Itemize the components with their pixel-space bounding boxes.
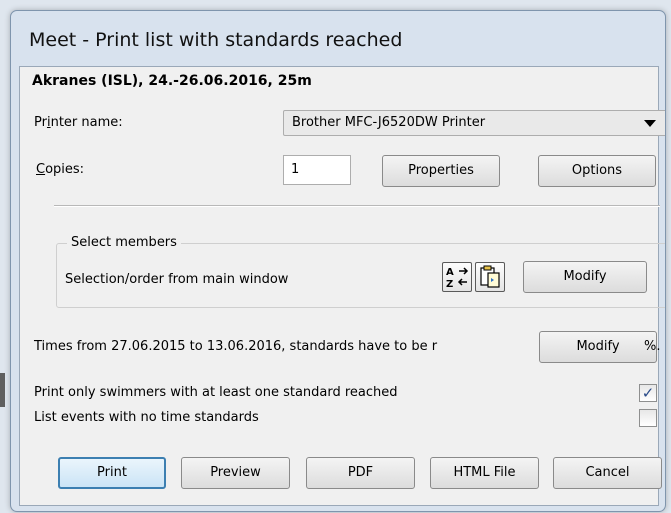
dialog-client-area: Akranes (ISL), 24.-26.06.2016, 25m Print… xyxy=(19,66,665,506)
checkmark-icon: ✓ xyxy=(641,384,655,402)
times-text-trailing: %. xyxy=(644,339,661,354)
printer-select[interactable]: Brother MFC-J6520DW Printer xyxy=(283,110,665,136)
print-dialog: Meet - Print list with standards reached… xyxy=(10,10,666,512)
chevron-down-icon xyxy=(644,120,656,127)
printer-select-value: Brother MFC-J6520DW Printer xyxy=(292,115,486,130)
modify-times-button[interactable]: Modify xyxy=(539,331,657,363)
dialog-title: Meet - Print list with standards reached xyxy=(29,29,403,51)
sort-az-icon: A Z xyxy=(446,267,469,290)
html-file-button[interactable]: HTML File xyxy=(430,457,539,489)
print-button[interactable]: Print xyxy=(58,457,166,489)
properties-button[interactable]: Properties xyxy=(382,155,500,187)
no-standards-checkbox[interactable] xyxy=(639,409,657,427)
select-members-group: Select members Selection/order from main… xyxy=(56,235,665,308)
cancel-button[interactable]: Cancel xyxy=(553,457,662,489)
options-button[interactable]: Options xyxy=(538,155,656,187)
svg-text:A: A xyxy=(446,267,454,278)
clipboard-button[interactable] xyxy=(475,262,505,292)
copies-input[interactable]: 1 xyxy=(283,155,351,185)
sort-button[interactable]: A Z xyxy=(442,262,472,292)
background-window-edge xyxy=(0,373,5,407)
preview-button[interactable]: Preview xyxy=(181,457,290,489)
svg-text:Z: Z xyxy=(446,279,453,290)
times-text: Times from 27.06.2015 to 13.06.2016, sta… xyxy=(34,339,438,354)
copies-label: Copies: xyxy=(36,162,85,177)
no-standards-label: List events with no time standards xyxy=(34,410,259,425)
pdf-button[interactable]: PDF xyxy=(306,457,415,489)
separator xyxy=(54,205,660,207)
modify-members-button[interactable]: Modify xyxy=(523,261,647,293)
select-members-legend: Select members xyxy=(67,235,181,250)
clipboard-icon xyxy=(480,265,500,288)
meet-info: Akranes (ISL), 24.-26.06.2016, 25m xyxy=(32,73,312,89)
only-swimmers-label: Print only swimmers with at least one st… xyxy=(34,385,398,400)
only-swimmers-checkbox[interactable]: ✓ xyxy=(639,384,657,402)
selection-order-text: Selection/order from main window xyxy=(65,272,289,287)
printer-name-label: Printer name: xyxy=(34,115,123,130)
